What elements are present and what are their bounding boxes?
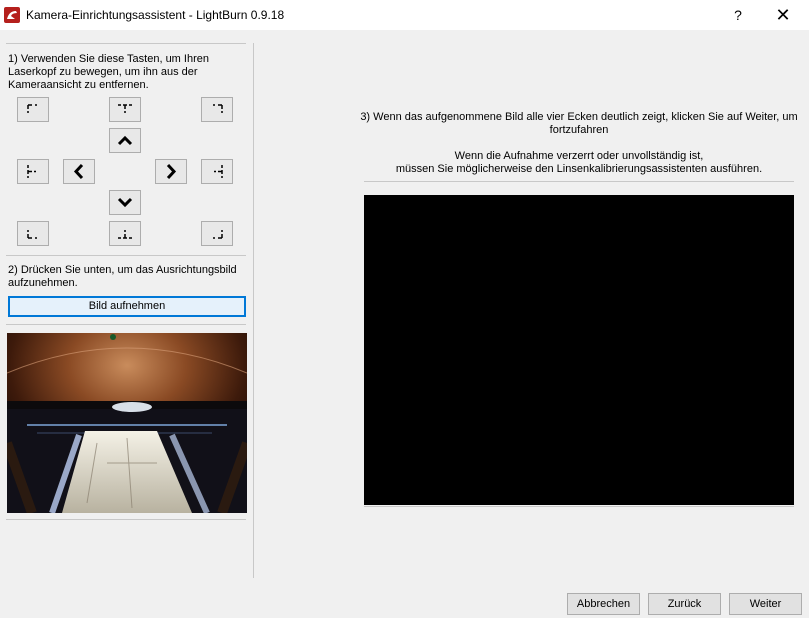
corner-top-right-icon xyxy=(213,104,223,113)
divider-step3 xyxy=(364,181,794,182)
move-bottom-right-button[interactable] xyxy=(201,221,233,246)
jog-up-button[interactable] xyxy=(109,128,141,153)
jog-down-button[interactable] xyxy=(109,190,141,215)
edge-middle-left-icon xyxy=(27,165,36,178)
step1-line2: Laserkopf zu bewegen, um ihn aus der xyxy=(8,66,198,78)
move-middle-right-button[interactable] xyxy=(201,159,233,184)
edge-bottom-center-icon xyxy=(118,230,132,239)
window-title: Kamera-Einrichtungsassistent - LightBurn… xyxy=(26,8,285,22)
captured-image-view xyxy=(364,195,794,505)
corner-top-left-icon xyxy=(27,104,37,113)
chevron-up-icon xyxy=(117,135,133,146)
camera-preview-image xyxy=(7,333,247,513)
step1-line3: Kameraansicht zu entfernen. xyxy=(8,79,149,91)
next-button[interactable]: Weiter xyxy=(729,593,802,615)
panel-divider xyxy=(253,43,254,578)
divider-capture-bottom xyxy=(364,506,794,507)
move-bottom-left-button[interactable] xyxy=(17,221,49,246)
step1-line1: 1) Verwenden Sie diese Tasten, um Ihren xyxy=(8,53,209,65)
back-button[interactable]: Zurück xyxy=(648,593,721,615)
jog-right-button[interactable] xyxy=(155,159,187,184)
divider-top xyxy=(6,43,246,44)
step2-line2: aufzunehmen. xyxy=(8,277,78,289)
divider-bottom-left xyxy=(6,519,246,520)
close-button[interactable]: ✕ xyxy=(765,0,801,30)
help-button[interactable]: ? xyxy=(722,0,754,30)
move-top-right-button[interactable] xyxy=(201,97,233,122)
step3-line3: Wenn die Aufnahme verzerrt oder unvollst… xyxy=(454,150,704,162)
edge-top-center-icon xyxy=(118,104,132,113)
capture-image-button[interactable]: Bild aufnehmen xyxy=(8,296,246,317)
chevron-left-icon xyxy=(73,163,84,180)
jog-left-button[interactable] xyxy=(63,159,95,184)
chevron-down-icon xyxy=(117,197,133,208)
cancel-button[interactable]: Abbrechen xyxy=(567,593,640,615)
step3-line4: müssen Sie möglicherweise den Linsenkali… xyxy=(395,163,763,175)
chevron-right-icon xyxy=(166,163,177,180)
move-top-center-button[interactable] xyxy=(109,97,141,122)
divider-preview xyxy=(6,324,246,325)
move-top-left-button[interactable] xyxy=(17,97,49,122)
edge-middle-right-icon xyxy=(214,165,223,178)
corner-bottom-right-icon xyxy=(213,230,223,239)
move-middle-left-button[interactable] xyxy=(17,159,49,184)
lightburn-logo-icon xyxy=(4,7,20,23)
title-bar: Kamera-Einrichtungsassistent - LightBurn… xyxy=(0,0,809,30)
step2-line1: 2) Drücken Sie unten, um das Ausrichtung… xyxy=(8,264,237,276)
step3-line1: 3) Wenn das aufgenommene Bild alle vier … xyxy=(360,111,798,123)
camera-preview-picture xyxy=(7,333,247,513)
corner-bottom-left-icon xyxy=(27,230,37,239)
move-bottom-center-button[interactable] xyxy=(109,221,141,246)
step3-line2: fortzufahren xyxy=(549,124,609,136)
divider-step2 xyxy=(6,255,246,256)
